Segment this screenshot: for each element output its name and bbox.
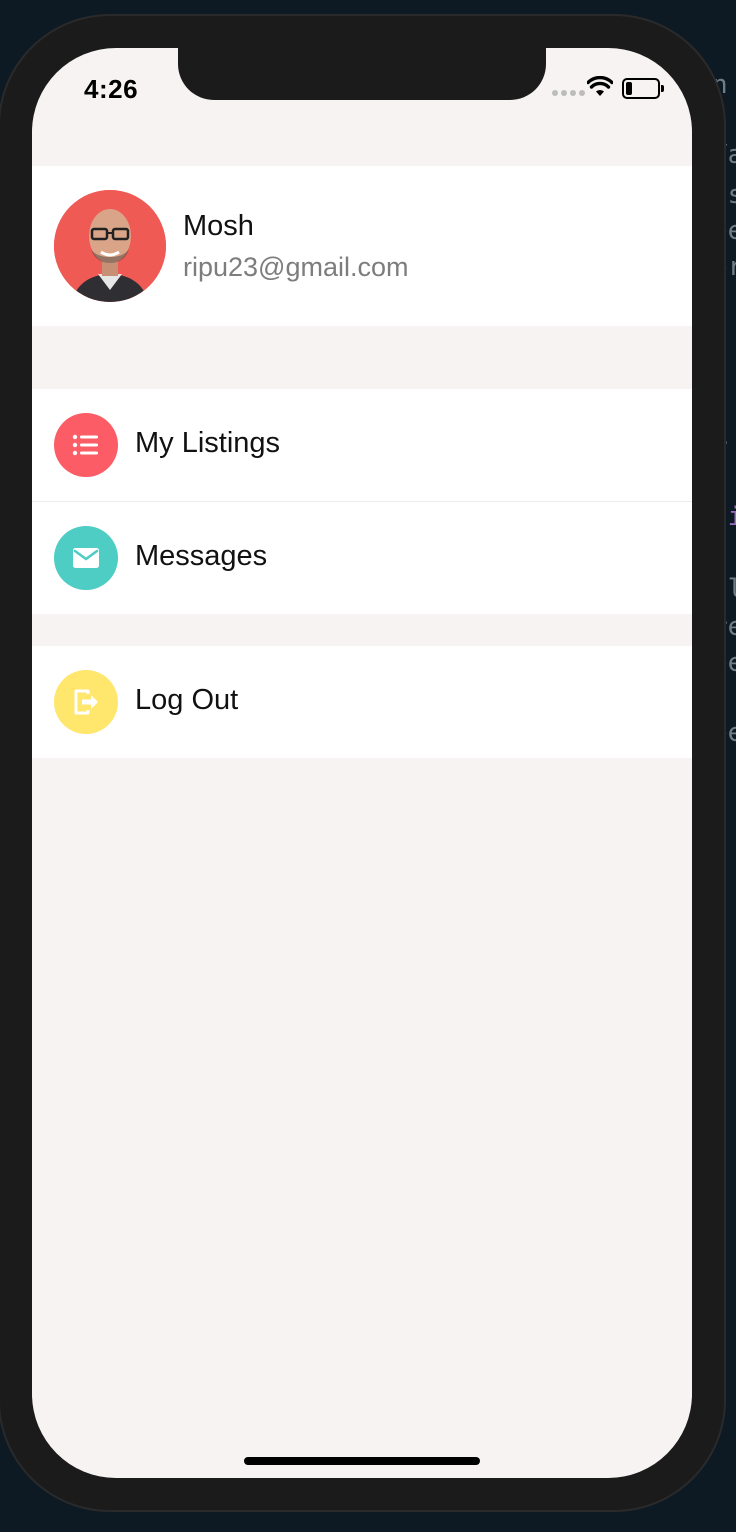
status-time: 4:26	[84, 74, 139, 104]
profile-card[interactable]: Mosh ripu23@gmail.com	[32, 166, 692, 326]
email-icon-circle	[54, 526, 118, 590]
signal-icon	[552, 90, 585, 96]
email-icon	[73, 548, 99, 568]
menu-item-messages[interactable]: Messages	[32, 502, 692, 614]
battery-icon	[622, 78, 664, 99]
list-icon	[72, 434, 98, 456]
menu-item-label: My Listings	[135, 427, 281, 459]
user-email: ripu23@gmail.com	[183, 252, 409, 282]
wifi-icon	[587, 76, 613, 96]
logout-icon	[74, 689, 98, 715]
menu-item-my-listings[interactable]: My Listings	[32, 389, 692, 501]
avatar-photo	[54, 190, 166, 302]
menu-item-label: Messages	[135, 540, 268, 572]
home-indicator[interactable]	[244, 1457, 480, 1465]
list-icon-circle	[54, 413, 118, 477]
logout-icon-circle	[54, 670, 118, 734]
app-screen: 4:26 Mosh ripu23@gmail.com My Listings M…	[32, 48, 692, 1478]
logout-button[interactable]: Log Out	[32, 646, 692, 758]
device-notch	[178, 48, 546, 100]
avatar	[54, 190, 166, 302]
logout-label: Log Out	[135, 684, 239, 716]
phone-frame: 4:26 Mosh ripu23@gmail.com My Listings M…	[0, 16, 724, 1510]
user-name: Mosh	[183, 210, 254, 242]
